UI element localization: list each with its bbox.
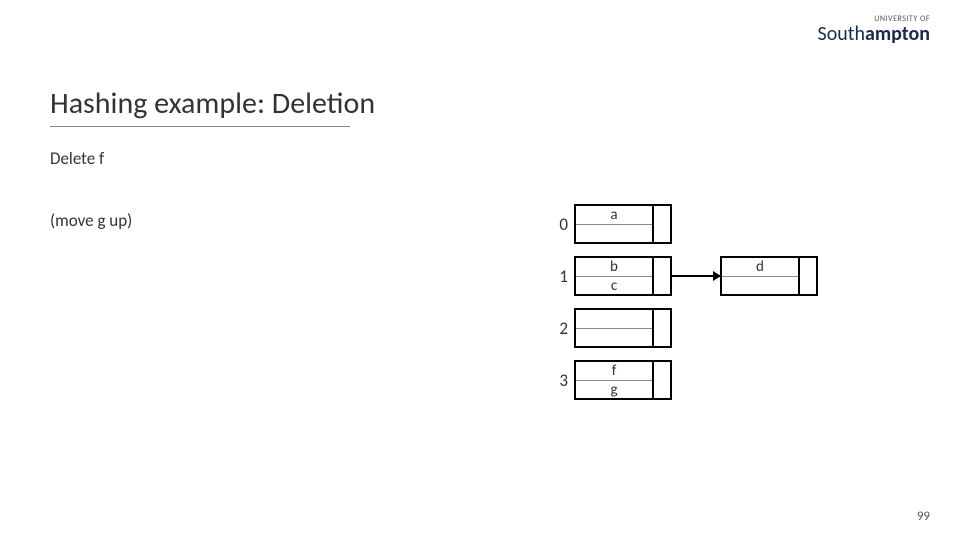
step-text-1: Delete f bbox=[50, 148, 104, 169]
overflow-arrow bbox=[670, 275, 720, 277]
bucket-index: 1 bbox=[550, 266, 568, 287]
bucket-index: 2 bbox=[550, 318, 568, 339]
bucket-slot bbox=[576, 328, 652, 347]
bucket-slot: f bbox=[576, 362, 652, 380]
bucket-index: 3 bbox=[550, 370, 568, 391]
bucket-row-3: 3 f g bbox=[550, 356, 818, 404]
slide-title: Hashing example: Deletion bbox=[50, 85, 375, 122]
bucket-row-2: 2 bbox=[550, 304, 818, 352]
page-number: 99 bbox=[917, 509, 930, 524]
bucket-slot bbox=[576, 310, 652, 328]
bucket-slot bbox=[722, 276, 798, 294]
logo-name: Southampton bbox=[818, 22, 930, 46]
title-underline bbox=[50, 126, 350, 127]
bucket-pointer bbox=[654, 360, 672, 400]
bucket-slot: a bbox=[576, 206, 652, 224]
bucket-box: b c bbox=[574, 256, 654, 296]
bucket-index: 0 bbox=[550, 214, 568, 235]
bucket-pointer bbox=[800, 256, 818, 296]
university-logo: UNIVERSITY OF Southampton bbox=[818, 14, 930, 46]
bucket-pointer bbox=[654, 308, 672, 348]
bucket-box: a bbox=[574, 204, 654, 244]
bucket-slot: d bbox=[722, 258, 798, 276]
bucket-box: f g bbox=[574, 360, 654, 400]
bucket-slot: c bbox=[576, 276, 652, 295]
bucket-slot bbox=[576, 224, 652, 242]
overflow-box: d bbox=[720, 256, 800, 296]
bucket-row-0: 0 a bbox=[550, 200, 818, 248]
hash-table-diagram: 0 a 1 b c d 2 3 f g bbox=[550, 200, 818, 408]
bucket-row-1: 1 b c d bbox=[550, 252, 818, 300]
bucket-slot: b bbox=[576, 258, 652, 276]
bucket-slot: g bbox=[576, 380, 652, 399]
step-text-2: (move g up) bbox=[50, 210, 132, 231]
bucket-box bbox=[574, 308, 654, 348]
bucket-pointer bbox=[654, 204, 672, 244]
